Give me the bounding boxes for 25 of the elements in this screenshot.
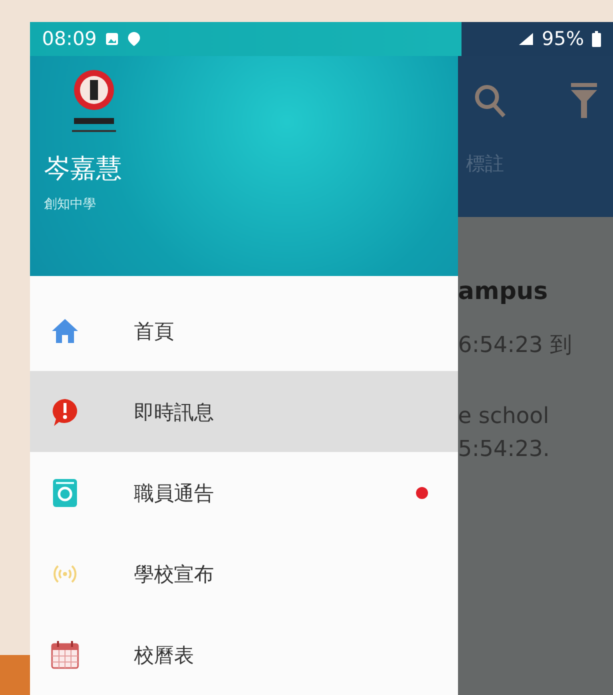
- menu-item-label: 校曆表: [134, 642, 195, 668]
- home-icon: [50, 316, 80, 344]
- status-time: 08:09: [42, 26, 97, 52]
- alert-speech-bubble-icon: [50, 396, 80, 426]
- slide-accent-bar: [0, 655, 30, 695]
- card-text: 5:54:23.: [458, 436, 551, 464]
- menu-item-label: 職員通告: [134, 480, 215, 506]
- card-text: e school: [458, 403, 550, 431]
- signal-icon: [518, 32, 534, 46]
- filter-icon: [571, 83, 597, 119]
- battery-percentage: 95%: [542, 26, 584, 52]
- calendar-icon: [50, 640, 80, 670]
- drawer-menu-item[interactable]: 即時訊息: [30, 371, 458, 452]
- search-icon: [474, 84, 506, 118]
- location-pin-icon: [126, 31, 141, 47]
- user-name: 岑嘉慧: [44, 153, 123, 186]
- menu-item-label: 即時訊息: [134, 398, 215, 426]
- menu-item-label: 學校宣布: [134, 560, 215, 588]
- menu-item-label: 首頁: [134, 318, 175, 344]
- notice-book-icon: [52, 478, 78, 508]
- battery-icon: [592, 31, 601, 47]
- card-title: ampus: [458, 276, 549, 307]
- school-name: 創知中學: [44, 196, 97, 214]
- card-text: 6:54:23 到: [458, 332, 573, 360]
- gallery-icon: [104, 32, 119, 46]
